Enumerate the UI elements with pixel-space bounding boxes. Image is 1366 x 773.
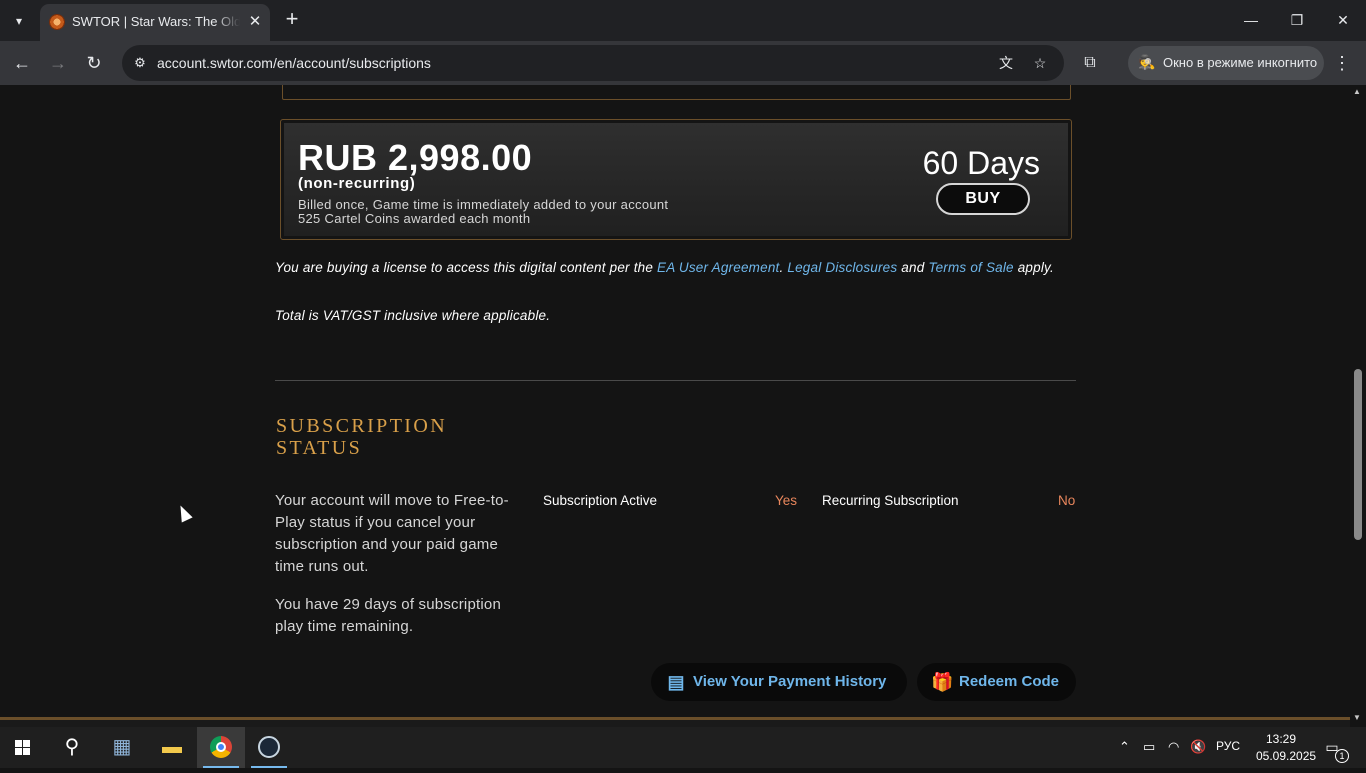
legal-disclosures-link[interactable]: Legal Disclosures [787,260,897,275]
battery-icon[interactable]: ▭ [1143,739,1155,755]
steam-icon[interactable] [245,727,293,768]
reload-button[interactable]: ↻ [80,49,108,77]
previous-offer-card [282,85,1071,100]
tab-title: SWTOR | Star Wars: The Old Republic [72,14,240,29]
payment-history-label: View Your Payment History [693,673,887,690]
receipt-icon: ▤ [667,672,685,692]
redeem-code-button[interactable]: 🎁 Redeem Code [917,663,1076,701]
incognito-icon: 🕵 [1138,54,1156,70]
vat-notice: Total is VAT/GST inclusive where applica… [275,308,551,323]
recurring-subscription-label: Recurring Subscription [822,493,959,508]
status-description: Your account will move to Free-to-Play s… [275,492,509,575]
offer-billing-note: Billed once, Game time is immediately ad… [298,197,669,212]
start-button[interactable] [0,727,48,768]
incognito-indicator[interactable]: 🕵 Окно в режиме инкогнито [1128,46,1324,80]
clock-time[interactable]: 13:29 [1266,732,1296,746]
url-text[interactable]: account.swtor.com/en/account/subscriptio… [157,55,431,71]
license-notice: You are buying a license to access this … [275,260,1075,276]
section-divider [275,380,1076,381]
buy-button[interactable]: BUY [936,183,1030,215]
translate-icon[interactable]: 文 [996,53,1016,73]
offer-card-body: RUB 2,998.00 (non-recurring) Billed once… [284,123,1068,236]
windows-logo-icon [15,740,31,756]
clock-date[interactable]: 05.09.2025 [1256,749,1316,763]
restore-button[interactable]: ❐ [1274,6,1320,34]
offer-type: (non-recurring) [298,175,416,192]
redeem-code-label: Redeem Code [959,673,1060,690]
subscription-active-label: Subscription Active [543,493,658,508]
footer [0,720,1350,727]
scroll-up-icon[interactable]: ▲ [1353,87,1361,96]
tab-close-icon[interactable]: ✕ [245,12,265,32]
windows-taskbar: ⚲ ▦ ▬ ⌃ ▭ ◠ 🔇 РУС 13:29 05.09.2025 ▭ 1 [0,727,1366,768]
scroll-down-icon[interactable]: ▼ [1353,713,1361,722]
status-remaining-time: You have 29 days of subscription play ti… [275,596,501,635]
chrome-icon[interactable] [197,727,245,768]
offer-coins-note: 525 Cartel Coins awarded each month [298,211,531,226]
ea-user-agreement-link[interactable]: EA User Agreement [657,260,779,275]
browser-tab[interactable]: SWTOR | Star Wars: The Old Republic ✕ [40,4,270,41]
gift-card-icon: 🎁 [931,672,954,692]
file-explorer-icon[interactable]: ▬ [148,727,196,768]
new-tab-button[interactable]: + [280,8,304,32]
offer-card: RUB 2,998.00 (non-recurring) Billed once… [280,119,1072,240]
close-window-button[interactable]: ✕ [1320,6,1366,34]
address-bar[interactable]: ⚙ account.swtor.com/en/account/subscript… [122,45,1064,81]
recurring-subscription-value: No [1058,493,1076,508]
incognito-label: Окно в режиме инкогнито [1163,55,1318,70]
volume-muted-icon[interactable]: 🔇 [1190,739,1206,755]
page-scrollbar[interactable]: ▲ ▼ [1350,85,1366,727]
chevron-down-icon[interactable]: ▾ [6,8,32,34]
subscription-active-value: Yes [775,493,798,508]
tray-overflow-icon[interactable]: ⌃ [1119,739,1130,755]
offer-price: RUB 2,998.00 [298,137,533,178]
site-info-icon[interactable]: ⚙ [130,53,150,73]
calculator-icon[interactable]: ▦ [98,727,146,768]
license-prefix: You are buying a license to access this … [275,260,658,275]
input-language[interactable]: РУС [1216,739,1240,753]
license-and: and [897,260,929,275]
subscription-status-heading: SUBSCRIPTION STATUS [276,415,448,459]
forward-button[interactable]: → [44,49,72,77]
browser-tab-strip: ▾ SWTOR | Star Wars: The Old Republic ✕ … [0,0,1366,41]
notification-count-badge: 1 [1335,749,1349,763]
terms-of-sale-link[interactable]: Terms of Sale [928,260,1013,275]
scrollbar-thumb[interactable] [1354,369,1362,540]
page-content: RUB 2,998.00 (non-recurring) Billed once… [0,85,1350,727]
offer-duration: 60 Days [922,145,1040,181]
license-suffix: apply. [1013,260,1054,275]
browser-toolbar: ← → ↻ ⚙ account.swtor.com/en/account/sub… [0,41,1366,85]
search-icon[interactable]: ⚲ [48,727,96,768]
browser-menu-icon[interactable]: ⋮ [1330,49,1354,77]
payment-history-button[interactable]: ▤ View Your Payment History [651,663,907,701]
network-icon[interactable]: ◠ [1168,739,1179,755]
extensions-icon[interactable]: ⧉ [1080,53,1100,73]
minimize-button[interactable]: — [1228,6,1274,34]
back-button[interactable]: ← [8,49,36,77]
swtor-favicon-icon [49,14,65,30]
bookmark-star-icon[interactable]: ☆ [1030,53,1050,73]
